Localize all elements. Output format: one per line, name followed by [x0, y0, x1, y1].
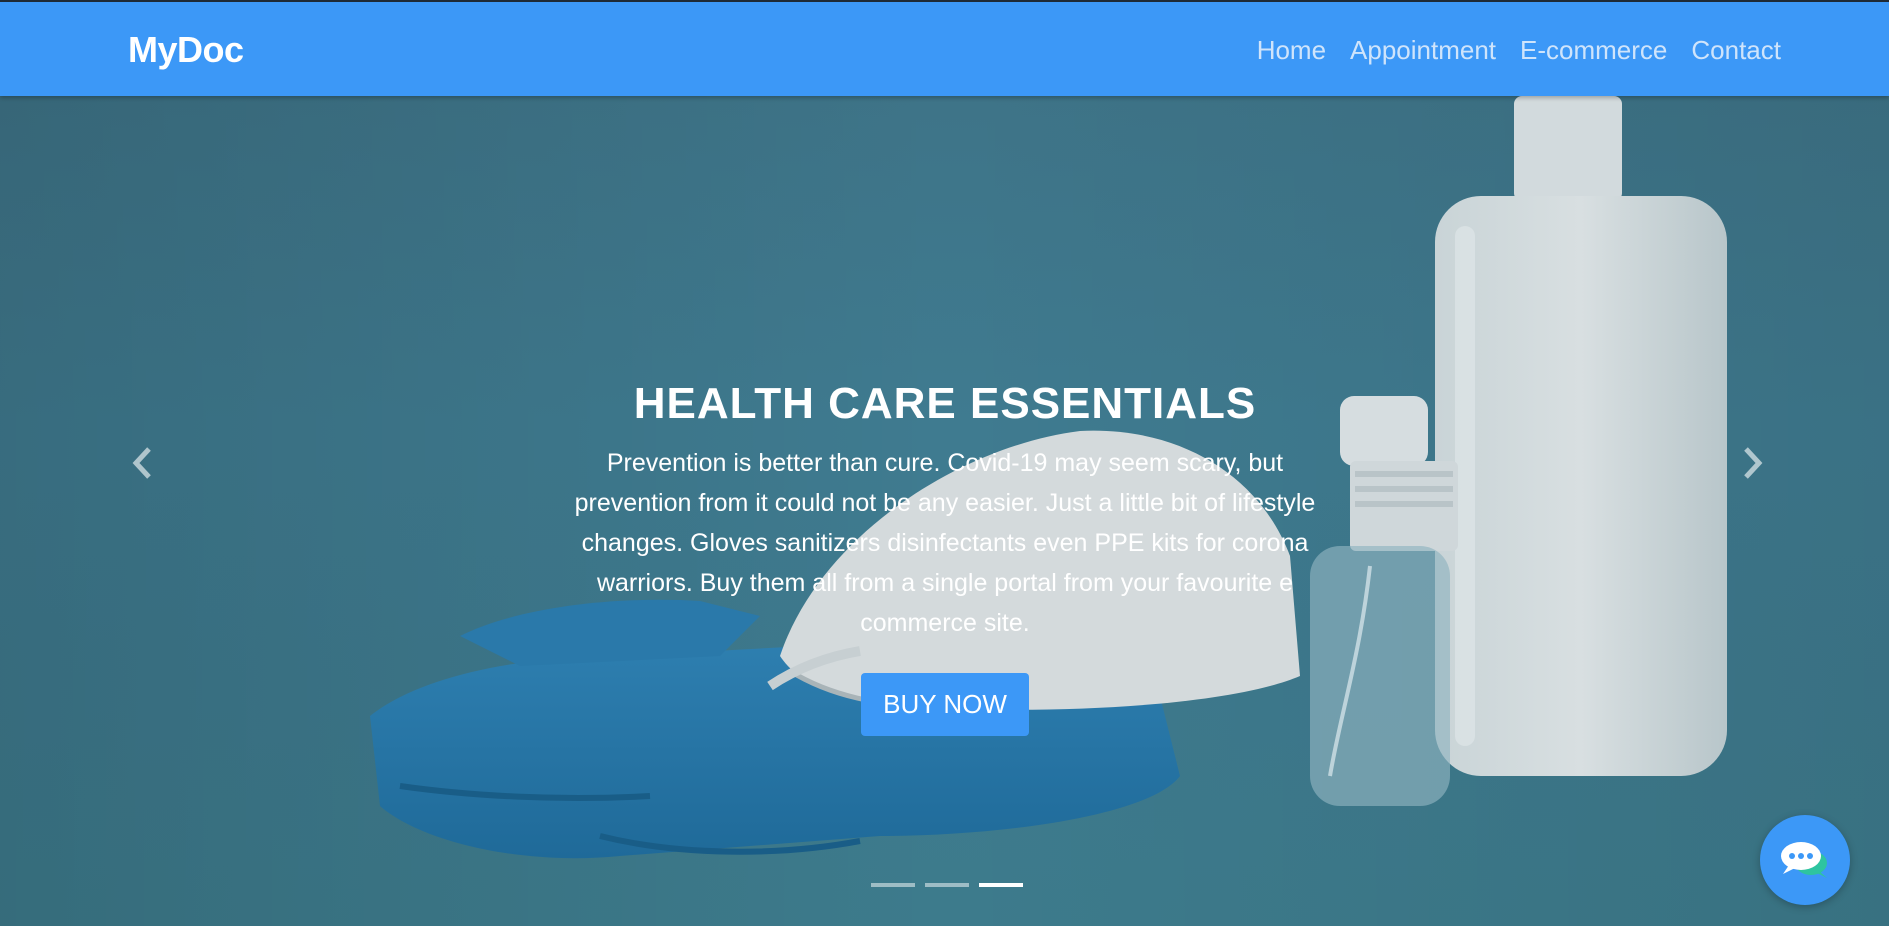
- carousel-indicator-1[interactable]: [871, 883, 915, 887]
- carousel-indicators: [871, 883, 1023, 887]
- hero-carousel: HEALTH CARE ESSENTIALS Prevention is bet…: [0, 96, 1889, 926]
- hero-title: HEALTH CARE ESSENTIALS: [633, 379, 1257, 428]
- nav-link-home[interactable]: Home: [1257, 35, 1326, 66]
- nav-link-appointment[interactable]: Appointment: [1350, 35, 1496, 66]
- brand-logo[interactable]: MyDoc: [128, 29, 244, 71]
- top-navbar: MyDoc Home Appointment E-commerce Contac…: [0, 0, 1889, 96]
- chevron-left-icon: [132, 447, 151, 479]
- carousel-next-button[interactable]: [1733, 441, 1773, 485]
- chevron-right-icon: [1744, 447, 1763, 479]
- buy-now-button[interactable]: BUY NOW: [861, 673, 1029, 736]
- chat-bubbles-icon: [1781, 842, 1827, 878]
- hero-description: Prevention is better than cure. Covid-19…: [574, 449, 1316, 637]
- nav-link-contact[interactable]: Contact: [1691, 35, 1781, 66]
- carousel-indicator-2[interactable]: [925, 883, 969, 887]
- chat-button[interactable]: [1760, 815, 1850, 905]
- carousel-prev-button[interactable]: [122, 441, 162, 485]
- nav-links: Home Appointment E-commerce Contact: [1257, 35, 1781, 66]
- nav-link-ecommerce[interactable]: E-commerce: [1520, 35, 1667, 66]
- hero-caption: HEALTH CARE ESSENTIALS Prevention is bet…: [545, 379, 1345, 736]
- carousel-indicator-3[interactable]: [979, 883, 1023, 887]
